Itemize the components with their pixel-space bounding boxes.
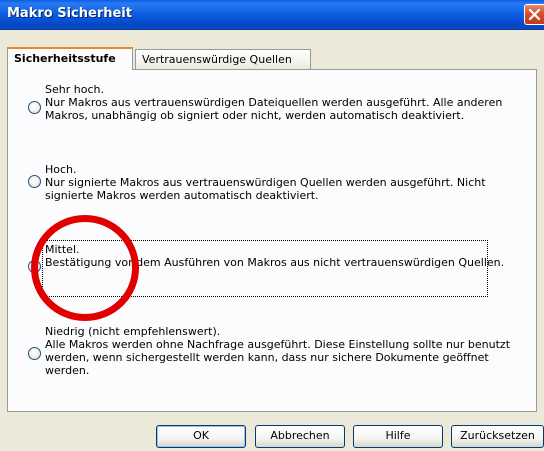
help-button[interactable]: Hilfe xyxy=(353,425,443,448)
ok-button[interactable]: OK xyxy=(156,425,246,448)
option-description: Nur Makros aus vertrauenswürdigen Dateiq… xyxy=(45,96,503,122)
radio-hoch[interactable] xyxy=(28,175,41,188)
option-label: Hoch. xyxy=(45,163,77,176)
cancel-button[interactable]: Abbrechen xyxy=(255,425,345,448)
window-title: Makro Sicherheit xyxy=(7,6,132,21)
option-niedrig: Niedrig (nicht empfehlenswert). Alle Mak… xyxy=(45,325,515,377)
option-hoch: Hoch. Nur signierte Makros aus vertrauen… xyxy=(45,163,515,202)
tab-sicherheitsstufe[interactable]: Sicherheitsstufe xyxy=(7,47,133,70)
annotation-circle xyxy=(31,215,139,321)
reset-button[interactable]: Zurücksetzen xyxy=(451,425,544,448)
option-description: Nur signierte Makros aus vertrauenswürdi… xyxy=(45,176,486,202)
close-button[interactable] xyxy=(524,4,544,25)
option-label: Sehr hoch. xyxy=(45,83,104,96)
radio-sehr-hoch[interactable] xyxy=(28,101,41,114)
tab-vertrauenswuerdige-quellen[interactable]: Vertrauenswürdige Quellen xyxy=(135,49,311,69)
radio-niedrig[interactable] xyxy=(28,347,41,360)
option-sehr-hoch: Sehr hoch. Nur Makros aus vertrauenswürd… xyxy=(45,83,515,122)
option-label: Niedrig (nicht empfehlenswert). xyxy=(45,325,221,338)
option-description: Alle Makros werden ohne Nachfrage ausgef… xyxy=(45,338,511,377)
close-icon xyxy=(528,8,541,21)
tab-panel: Sehr hoch. Nur Makros aus vertrauenswürd… xyxy=(7,69,537,412)
title-bar: Makro Sicherheit xyxy=(0,0,544,30)
